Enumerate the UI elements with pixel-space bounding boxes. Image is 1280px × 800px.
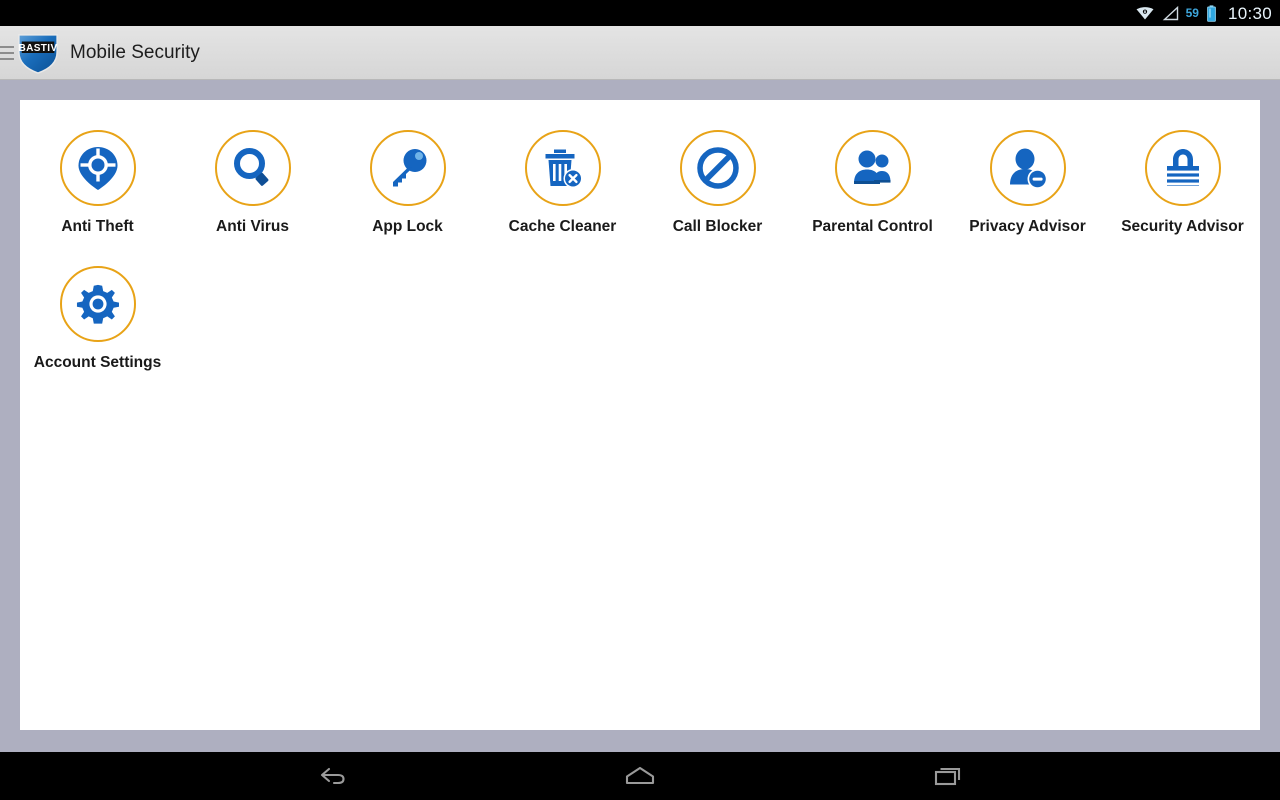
tile-circle [369, 130, 446, 206]
tile-label: Account Settings [33, 354, 162, 371]
nav-home-button[interactable] [616, 758, 664, 794]
padlock-icon [1166, 149, 1199, 186]
svg-text:BASTIV: BASTIV [18, 43, 57, 54]
tile-account-settings[interactable]: Account Settings [20, 254, 175, 372]
tile-circle [214, 130, 291, 206]
tile-call-blocker[interactable]: Call Blocker [640, 118, 795, 236]
status-bar: 59 10:30 [0, 0, 1280, 26]
tile-circle [679, 130, 756, 206]
tile-security-advisor[interactable]: Security Advisor [1105, 118, 1260, 236]
tile-anti-virus[interactable]: Anti Virus [175, 118, 330, 236]
recent-apps-icon [934, 767, 961, 786]
tile-label: Security Advisor [1121, 218, 1244, 235]
app-bar: BASTIV Mobile Security [0, 26, 1280, 80]
battery-percent-label: 59 [1185, 6, 1199, 20]
wifi-icon [1136, 6, 1154, 19]
tile-label: Anti Theft [61, 218, 134, 235]
tile-circle [59, 130, 136, 206]
tile-cache-cleaner[interactable]: Cache Cleaner [485, 118, 640, 236]
tile-circle [834, 130, 911, 206]
content-card: Anti Theft Anti Virus App Lock Cache Cle… [20, 100, 1260, 730]
location-pin-crosshair-icon [78, 147, 117, 190]
status-clock: 10:30 [1227, 3, 1272, 23]
tile-label: App Lock [372, 218, 443, 235]
tile-app-lock[interactable]: App Lock [330, 118, 485, 236]
back-arrow-icon [320, 767, 345, 785]
gear-icon [76, 284, 119, 324]
two-people-icon [853, 150, 890, 184]
tile-privacy-advisor[interactable]: Privacy Advisor [950, 118, 1105, 236]
tile-circle [59, 266, 136, 342]
tile-label: Cache Cleaner [508, 218, 617, 235]
trash-can-delete-icon [545, 149, 582, 188]
tile-anti-theft[interactable]: Anti Theft [20, 118, 175, 236]
bastiv-shield-logo: BASTIV [18, 33, 58, 74]
tile-label: Parental Control [812, 218, 933, 235]
nav-back-button[interactable] [308, 758, 356, 794]
nav-recents-button[interactable] [924, 758, 972, 794]
battery-icon [1207, 4, 1216, 22]
feature-grid: Anti Theft Anti Virus App Lock Cache Cle… [20, 100, 1260, 390]
device-screen: 59 10:30 BASTIV Mobile Security Anti The… [0, 0, 1280, 800]
tile-label: Anti Virus [216, 218, 289, 235]
android-navigation-bar [0, 752, 1280, 800]
no-entry-icon [696, 147, 739, 189]
tile-parental-control[interactable]: Parental Control [795, 118, 950, 236]
signal-triangle-icon [1162, 5, 1178, 20]
person-minus-icon [1009, 148, 1047, 189]
home-icon [625, 766, 655, 785]
tile-circle [989, 130, 1066, 206]
tile-label: Call Blocker [672, 218, 763, 235]
tile-circle [1144, 130, 1221, 206]
magnifier-icon [233, 148, 268, 186]
key-icon [392, 149, 426, 187]
tile-circle [524, 130, 601, 206]
tile-label: Privacy Advisor [969, 218, 1086, 235]
page-title: Mobile Security [70, 41, 200, 63]
hamburger-menu-icon[interactable] [0, 45, 14, 60]
